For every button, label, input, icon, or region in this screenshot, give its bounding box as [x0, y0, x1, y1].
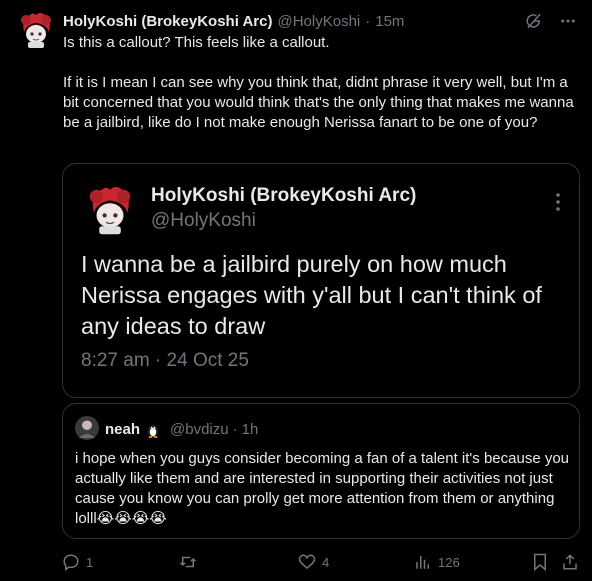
reply-author-handle[interactable]: @bvdizu: [170, 421, 229, 438]
more-icon[interactable]: [558, 11, 578, 31]
reply-author-avatar[interactable]: [75, 416, 99, 440]
retweet-icon: [179, 556, 197, 568]
penguin-icon: [145, 422, 161, 438]
share-button[interactable]: [561, 553, 579, 571]
reply-header: neah @bvdizu · 1h: [105, 421, 258, 438]
reply-button[interactable]: 1: [62, 553, 93, 571]
quoted-author-handle[interactable]: @HolyKoshi: [151, 210, 256, 232]
tweet-time[interactable]: 15m: [375, 13, 404, 30]
retweet-button[interactable]: [178, 553, 204, 571]
reply-text: i hope when you guys consider becoming a…: [75, 450, 570, 527]
share-icon: [563, 554, 577, 570]
quoted-tweet-card[interactable]: HolyKoshi (BrokeyKoshi Arc) @HolyKoshi I…: [62, 163, 580, 398]
grok-icon[interactable]: [524, 11, 544, 31]
like-count: 4: [322, 554, 330, 570]
author-handle[interactable]: @HolyKoshi: [277, 13, 360, 30]
action-bar: 1 4 126: [62, 553, 580, 573]
author-name[interactable]: HolyKoshi (BrokeyKoshi Arc): [63, 13, 272, 30]
quoted-tweet-text: I wanna be a jailbird purely on how much…: [81, 251, 542, 339]
quoted-more-icon[interactable]: [555, 192, 561, 217]
quoted-author-avatar[interactable]: [83, 183, 137, 237]
reply-count: 1: [86, 554, 94, 570]
views-icon: [416, 556, 429, 569]
like-button[interactable]: 4: [298, 553, 329, 571]
tweet-header: HolyKoshi (BrokeyKoshi Arc) @HolyKoshi ·…: [63, 11, 578, 31]
like-icon: [298, 554, 316, 569]
reply-time[interactable]: 1h: [242, 421, 259, 438]
meta-separator: ·: [365, 12, 371, 30]
bookmark-button[interactable]: [532, 553, 548, 571]
quoted-tweet-date[interactable]: 8:27 am · 24 Oct 25: [81, 350, 249, 372]
reply-author-name[interactable]: neah: [105, 421, 140, 438]
view-count: 126: [438, 554, 460, 570]
quoted-author-name[interactable]: HolyKoshi (BrokeyKoshi Arc): [151, 185, 416, 207]
tweet-text: Is this a callout? This feels like a cal…: [63, 34, 574, 131]
reply-separator: ·: [232, 421, 238, 438]
bookmark-icon: [534, 553, 546, 571]
views-button[interactable]: 126: [414, 553, 460, 571]
author-avatar[interactable]: [16, 10, 56, 50]
quoted-reply-card[interactable]: neah @bvdizu · 1h i hope when you guys c…: [62, 403, 580, 539]
reply-icon: [63, 554, 79, 571]
